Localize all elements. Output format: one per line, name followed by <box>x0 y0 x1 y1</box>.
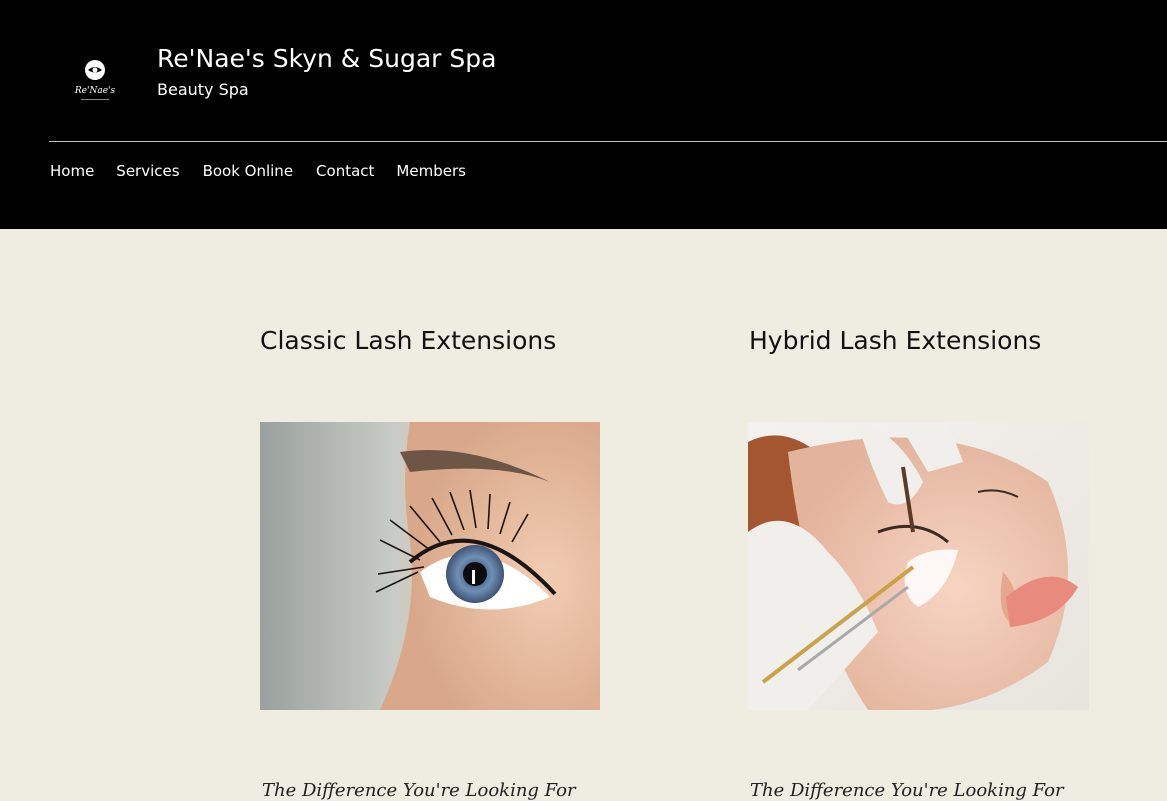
site-header: Re'Nae's Re'Nae's Skyn & Sugar Spa Beaut… <box>0 0 1167 229</box>
logo[interactable]: Re'Nae's <box>72 52 118 110</box>
main-nav: Home Services Book Online Contact Member… <box>50 161 466 183</box>
logo-text: Re'Nae's <box>74 86 116 96</box>
eye-closeup-photo <box>260 422 600 710</box>
service-title-hybrid: Hybrid Lash Extensions <box>749 326 1042 355</box>
nav-item-services[interactable]: Services <box>116 161 179 183</box>
service-tagline-hybrid: The Difference You're Looking For <box>750 780 1064 801</box>
header-divider <box>49 141 1167 142</box>
site-subtitle: Beauty Spa <box>157 80 249 99</box>
lash-application-photo <box>748 422 1089 710</box>
nav-item-home[interactable]: Home <box>50 161 94 183</box>
service-title-classic: Classic Lash Extensions <box>260 326 557 355</box>
nav-item-contact[interactable]: Contact <box>316 161 374 183</box>
site-title[interactable]: Re'Nae's Skyn & Sugar Spa <box>157 44 496 73</box>
nav-item-book-online[interactable]: Book Online <box>203 161 293 183</box>
nav-item-members[interactable]: Members <box>396 161 466 183</box>
service-tagline-classic: The Difference You're Looking For <box>262 780 576 801</box>
